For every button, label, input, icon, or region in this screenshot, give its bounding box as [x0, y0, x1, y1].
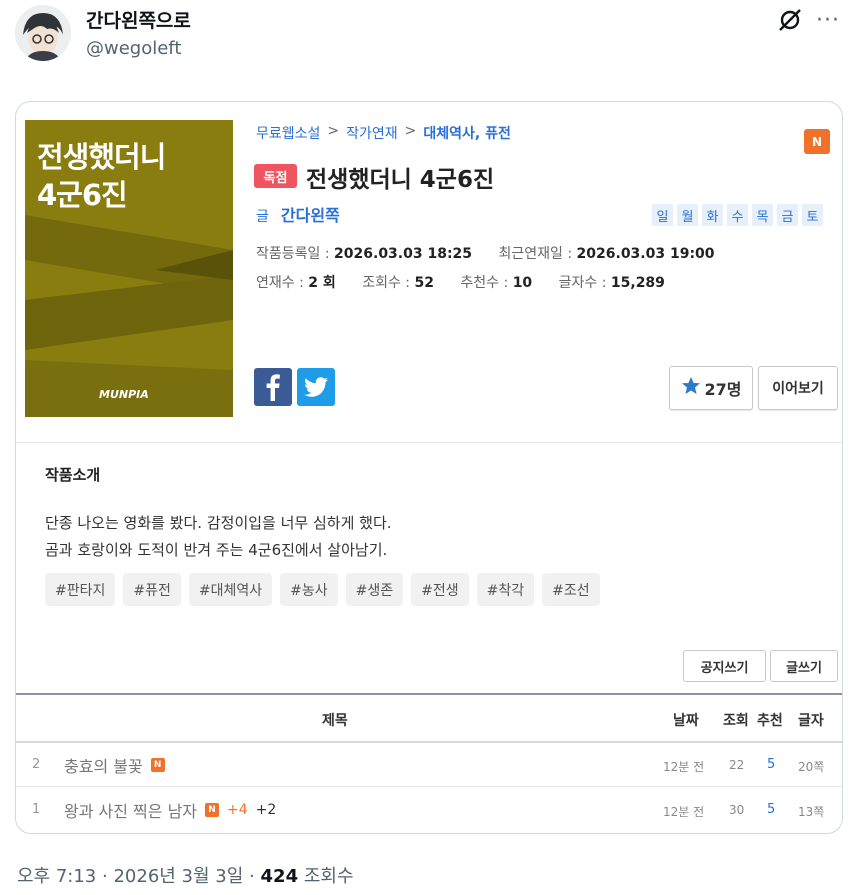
episode-title[interactable]: 충효의 불꽃 N: [64, 753, 165, 777]
more-options-icon[interactable]: ···: [814, 6, 842, 34]
serial-days: 일 월 화 수 목 금 토: [652, 204, 823, 226]
meta-stats: 연재수 : 2 회 조회수 : 52 추천수 : 10 글자수 : 15,289: [256, 272, 687, 292]
table-row[interactable]: 1 왕과 사진 찍은 남자 N +4 +2 12분 전 30 5 13쪽: [16, 788, 842, 832]
meta-value: 52: [414, 275, 434, 291]
meta-label: 글자수 :: [558, 275, 607, 291]
breadcrumb-item[interactable]: 작가연재: [346, 123, 398, 143]
cover-title: 전생했더니 4군6진: [37, 140, 166, 212]
meta-dates: 작품등록일 : 2026.03.03 18:25 최근연재일 : 2026.03…: [256, 243, 737, 263]
episode-title-text: 왕과 사진 찍은 남자: [64, 802, 198, 821]
extra-count: +2: [255, 802, 277, 818]
breadcrumb-item[interactable]: 대체역사, 퓨전: [423, 123, 510, 143]
breadcrumb-separator: >: [404, 123, 417, 139]
meta-label: 연재수 :: [256, 275, 304, 291]
episode-chars: 13쪽: [798, 805, 825, 819]
separator: ·: [102, 866, 108, 887]
episode-recs: 5: [767, 802, 776, 817]
author-name[interactable]: 간다왼쪽: [281, 202, 340, 226]
author-prefix: 글: [256, 209, 269, 225]
meta-label: 작품등록일 :: [256, 246, 330, 262]
favorite-button[interactable]: 27명: [669, 366, 753, 410]
facebook-share-icon[interactable]: [254, 368, 292, 406]
tweet-timestamp: 오후 7:13 · 2026년 3월 3일 · 424 조회수: [17, 862, 354, 888]
tag[interactable]: #판타지: [45, 573, 116, 606]
column-header-views: 조회: [723, 713, 749, 729]
episode-title[interactable]: 왕과 사진 찍은 남자 N +4 +2: [64, 798, 276, 822]
day-badge: 토: [802, 204, 823, 226]
day-badge: 목: [752, 204, 773, 226]
grok-icon[interactable]: [776, 6, 804, 34]
day-badge: 화: [702, 204, 723, 226]
intro-text: 곰과 호랑이와 도적이 반겨 주는 4군6진에서 살아남기.: [45, 541, 388, 559]
episode-date: 12분 전: [663, 805, 705, 819]
episode-number: 2: [32, 757, 41, 772]
views-count: 424: [260, 866, 299, 887]
avatar[interactable]: [15, 5, 71, 61]
episode-chars: 20쪽: [798, 760, 825, 774]
twitter-share-icon[interactable]: [297, 368, 335, 406]
intro-heading: 작품소개: [45, 466, 101, 484]
write-post-button[interactable]: 글쓰기: [770, 650, 838, 682]
write-notice-button[interactable]: 공지쓰기: [683, 650, 766, 682]
views-label: 조회수: [303, 866, 354, 887]
tweet-time[interactable]: 오후 7:13: [17, 866, 96, 887]
novel-title[interactable]: 전생했더니 4군6진: [306, 160, 494, 194]
episode-number: 1: [32, 802, 41, 817]
novel-cover-image[interactable]: 전생했더니 4군6진 MUNPIA: [25, 120, 233, 417]
day-badge: 수: [727, 204, 748, 226]
episode-date: 12분 전: [663, 760, 705, 774]
new-icon: N: [205, 803, 220, 817]
embedded-novel-card: 전생했더니 4군6진 MUNPIA 무료웹소설 > 작가연재 > 대체역사, 퓨…: [15, 101, 843, 834]
meta-value: 10: [512, 275, 533, 291]
meta-label: 추천수 :: [460, 275, 509, 291]
exclusive-badge: 독점: [254, 164, 297, 188]
tag[interactable]: #착각: [476, 573, 535, 606]
day-badge: 월: [677, 204, 698, 226]
comment-count: +4: [227, 802, 248, 818]
user-handle[interactable]: @wegoleft: [86, 38, 181, 59]
divider: [16, 442, 842, 443]
day-badge: 일: [652, 204, 673, 226]
column-header-chars: 글자: [798, 713, 824, 729]
tag[interactable]: #대체역사: [188, 573, 273, 606]
tag[interactable]: #농사: [280, 573, 338, 606]
day-badge: 금: [777, 204, 798, 226]
meta-value: 2026.03.03 18:25: [334, 246, 473, 262]
table-row[interactable]: 2 충효의 불꽃 N 12분 전 22 5 20쪽: [16, 743, 842, 787]
tweet-date[interactable]: 2026년 3월 3일: [113, 866, 243, 887]
favorite-count: 27명: [704, 380, 742, 399]
separator: ·: [249, 866, 255, 887]
display-name[interactable]: 간다왼쪽으로: [86, 6, 191, 33]
meta-value: 15,289: [610, 275, 665, 291]
tag[interactable]: #생존: [345, 573, 404, 606]
column-header-date: 날짜: [673, 713, 699, 729]
tag-list: #판타지 #퓨전 #대체역사 #농사 #생존 #전생 #착각 #조선: [45, 573, 600, 606]
meta-label: 조회수 :: [362, 275, 411, 291]
meta-label: 최근연재일 :: [498, 246, 573, 262]
tag[interactable]: #퓨전: [123, 573, 181, 606]
breadcrumb: 무료웹소설 > 작가연재 > 대체역사, 퓨전: [256, 123, 511, 143]
star-icon: [681, 376, 701, 400]
meta-value: 2 회: [308, 275, 336, 291]
episode-views: 22: [729, 758, 745, 772]
episode-title-text: 충효의 불꽃: [64, 757, 143, 776]
breadcrumb-separator: >: [327, 123, 340, 139]
tag[interactable]: #조선: [542, 573, 600, 606]
intro-text: 단종 나오는 영화를 봤다. 감정이입을 너무 심하게 했다.: [45, 514, 392, 532]
tag[interactable]: #전생: [411, 573, 469, 606]
continue-reading-button[interactable]: 이어보기: [758, 366, 838, 410]
author-row: 글 간다왼쪽: [256, 202, 340, 226]
new-badge: N: [804, 129, 830, 154]
episode-views: 30: [729, 803, 745, 817]
column-header-title: 제목: [322, 713, 348, 729]
new-icon: N: [150, 758, 165, 772]
episode-recs: 5: [767, 757, 776, 772]
table-top-border: [16, 693, 842, 695]
munpia-logo: MUNPIA: [99, 388, 149, 401]
meta-value: 2026.03.03 19:00: [576, 246, 715, 262]
column-header-recs: 추천: [757, 713, 783, 729]
breadcrumb-item[interactable]: 무료웹소설: [256, 123, 320, 143]
